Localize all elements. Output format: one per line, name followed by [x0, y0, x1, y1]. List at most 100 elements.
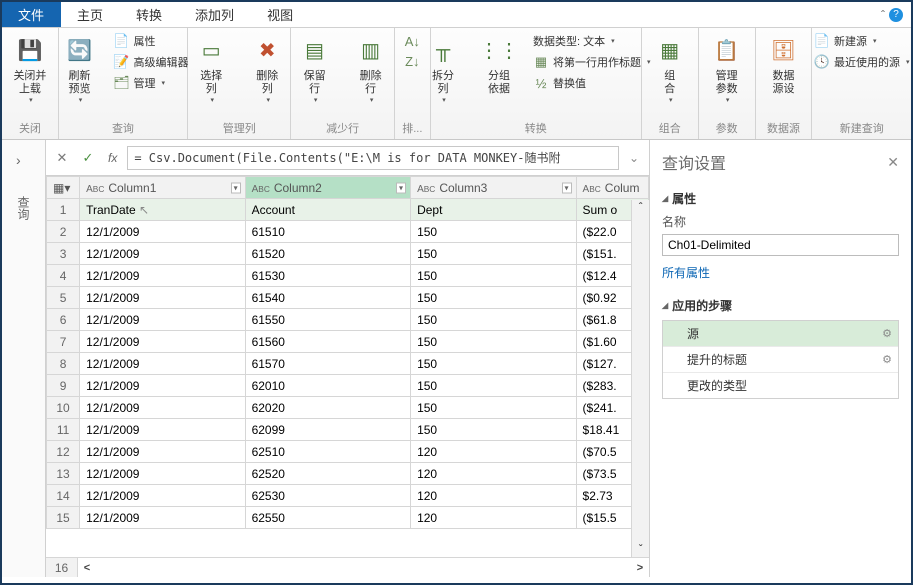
cell[interactable]: 61530: [245, 265, 410, 287]
table-row[interactable]: 412/1/200961530150($12.4: [47, 265, 649, 287]
column-header[interactable]: ABCColumn3▾: [411, 177, 576, 199]
table-row[interactable]: 1012/1/200962020150($241.: [47, 397, 649, 419]
cell[interactable]: 12/1/2009: [80, 419, 245, 441]
cell[interactable]: 150: [411, 243, 576, 265]
remove-columns-button[interactable]: ✖ 删除 列 ▾: [243, 32, 291, 119]
replace-values-button[interactable]: ½替换值: [531, 74, 653, 92]
tab-add-column[interactable]: 添加列: [179, 2, 251, 27]
formula-confirm-button[interactable]: ✓: [78, 148, 98, 168]
table-row[interactable]: 1TranDate ↖AccountDeptSum o: [47, 199, 649, 221]
table-row[interactable]: 512/1/200961540150($0.92: [47, 287, 649, 309]
use-first-row-headers-button[interactable]: ▦将第一行用作标题▾: [531, 53, 653, 71]
cell[interactable]: 12/1/2009: [80, 463, 245, 485]
queries-rail[interactable]: › 查询: [2, 140, 46, 577]
column-header[interactable]: ABCColumn2▾: [245, 177, 410, 199]
cell[interactable]: 62099: [245, 419, 410, 441]
section-header[interactable]: 应用的步骤: [662, 297, 899, 314]
cell[interactable]: 12/1/2009: [80, 309, 245, 331]
applied-step[interactable]: 更改的类型: [663, 373, 898, 398]
cell[interactable]: 62520: [245, 463, 410, 485]
remove-rows-button[interactable]: ▥ 删除 行 ▾: [347, 32, 395, 119]
cell[interactable]: 61510: [245, 221, 410, 243]
query-name-input[interactable]: [662, 234, 899, 256]
cell[interactable]: 12/1/2009: [80, 243, 245, 265]
data-grid[interactable]: ▦▾ ABCColumn1▾ ABCColumn2▾ ABCColumn3▾ A…: [46, 176, 649, 577]
table-row[interactable]: 1512/1/200962550120($15.5: [47, 507, 649, 529]
scroll-up-icon[interactable]: ˆ: [637, 200, 644, 215]
formula-input[interactable]: [127, 146, 619, 170]
tab-file[interactable]: 文件: [2, 2, 61, 27]
cell[interactable]: 12/1/2009: [80, 221, 245, 243]
close-icon[interactable]: ✕: [887, 154, 899, 171]
table-row[interactable]: 812/1/200961570150($127.: [47, 353, 649, 375]
manage-button[interactable]: 🗂管理▾: [111, 74, 190, 92]
cell[interactable]: 62530: [245, 485, 410, 507]
filter-icon[interactable]: ▾: [231, 182, 241, 193]
group-by-button[interactable]: ⋮⋮ 分组 依据: [475, 32, 523, 119]
cell[interactable]: Account: [245, 199, 410, 221]
applied-step[interactable]: 源⚙: [663, 321, 898, 347]
properties-button[interactable]: 📄属性: [111, 32, 190, 50]
cell[interactable]: 120: [411, 463, 576, 485]
cell[interactable]: Dept: [411, 199, 576, 221]
cell[interactable]: 62510: [245, 441, 410, 463]
split-column-button[interactable]: ╥ 拆分 列 ▾: [419, 32, 467, 119]
table-row[interactable]: 1412/1/200962530120$2.73: [47, 485, 649, 507]
cell[interactable]: 150: [411, 309, 576, 331]
scroll-right-icon[interactable]: >: [631, 562, 649, 574]
tab-view[interactable]: 视图: [251, 2, 310, 27]
formula-expand-button[interactable]: ⌄: [625, 151, 643, 165]
tab-home[interactable]: 主页: [61, 2, 120, 27]
table-row[interactable]: 212/1/200961510150($22.0: [47, 221, 649, 243]
keep-rows-button[interactable]: ▤ 保留 行 ▾: [291, 32, 339, 119]
applied-step[interactable]: 提升的标题⚙: [663, 347, 898, 373]
cell[interactable]: 12/1/2009: [80, 507, 245, 529]
new-source-button[interactable]: 📄新建源▾: [812, 32, 912, 50]
column-header[interactable]: ABCColum: [576, 177, 648, 199]
select-all-cell[interactable]: ▦▾: [47, 177, 80, 199]
table-row[interactable]: 912/1/200962010150($283.: [47, 375, 649, 397]
cell[interactable]: 61560: [245, 331, 410, 353]
table-row[interactable]: 312/1/200961520150($151.: [47, 243, 649, 265]
cell[interactable]: 12/1/2009: [80, 485, 245, 507]
close-and-load-button[interactable]: 💾 关闭并 上载 ▾: [6, 32, 54, 119]
cell[interactable]: 150: [411, 221, 576, 243]
gear-icon[interactable]: ⚙: [882, 353, 892, 366]
cell[interactable]: 62020: [245, 397, 410, 419]
cell[interactable]: 61550: [245, 309, 410, 331]
filter-icon[interactable]: ▾: [562, 182, 572, 193]
cell[interactable]: 61570: [245, 353, 410, 375]
cell[interactable]: 12/1/2009: [80, 331, 245, 353]
datasource-settings-button[interactable]: 🗄 数据 源设: [759, 32, 807, 119]
cell[interactable]: 12/1/2009: [80, 441, 245, 463]
formula-cancel-button[interactable]: ✕: [52, 148, 72, 168]
choose-columns-button[interactable]: ▭ 选择 列 ▾: [187, 32, 235, 119]
table-row[interactable]: 612/1/200961550150($61.8: [47, 309, 649, 331]
data-type-button[interactable]: 数据类型: 文本▾: [531, 32, 653, 50]
section-header[interactable]: 属性: [662, 190, 899, 207]
cell[interactable]: 150: [411, 353, 576, 375]
table-row[interactable]: 712/1/200961560150($1.60: [47, 331, 649, 353]
table-row[interactable]: 1112/1/200962099150$18.41: [47, 419, 649, 441]
cell[interactable]: 150: [411, 331, 576, 353]
cell[interactable]: 61520: [245, 243, 410, 265]
cell[interactable]: 150: [411, 375, 576, 397]
cell[interactable]: TranDate ↖: [80, 199, 245, 221]
cell[interactable]: 12/1/2009: [80, 353, 245, 375]
cell[interactable]: 150: [411, 265, 576, 287]
horizontal-scrollbar[interactable]: 16 < >: [46, 557, 649, 577]
help-icon[interactable]: ?: [889, 8, 903, 22]
refresh-preview-button[interactable]: 🔄 刷新 预览 ▾: [55, 32, 103, 119]
cell[interactable]: 12/1/2009: [80, 397, 245, 419]
vertical-scrollbar[interactable]: ˆ ˇ: [631, 200, 649, 557]
cell[interactable]: 61540: [245, 287, 410, 309]
column-header[interactable]: ABCColumn1▾: [80, 177, 245, 199]
cell[interactable]: 12/1/2009: [80, 287, 245, 309]
cell[interactable]: 12/1/2009: [80, 265, 245, 287]
fx-icon[interactable]: fx: [104, 151, 121, 165]
table-row[interactable]: 1212/1/200962510120($70.5: [47, 441, 649, 463]
advanced-editor-button[interactable]: 📝高级编辑器: [111, 53, 190, 71]
tab-transform[interactable]: 转换: [120, 2, 179, 27]
combine-button[interactable]: ▦ 组 合 ▾: [646, 32, 694, 119]
cell[interactable]: 12/1/2009: [80, 375, 245, 397]
